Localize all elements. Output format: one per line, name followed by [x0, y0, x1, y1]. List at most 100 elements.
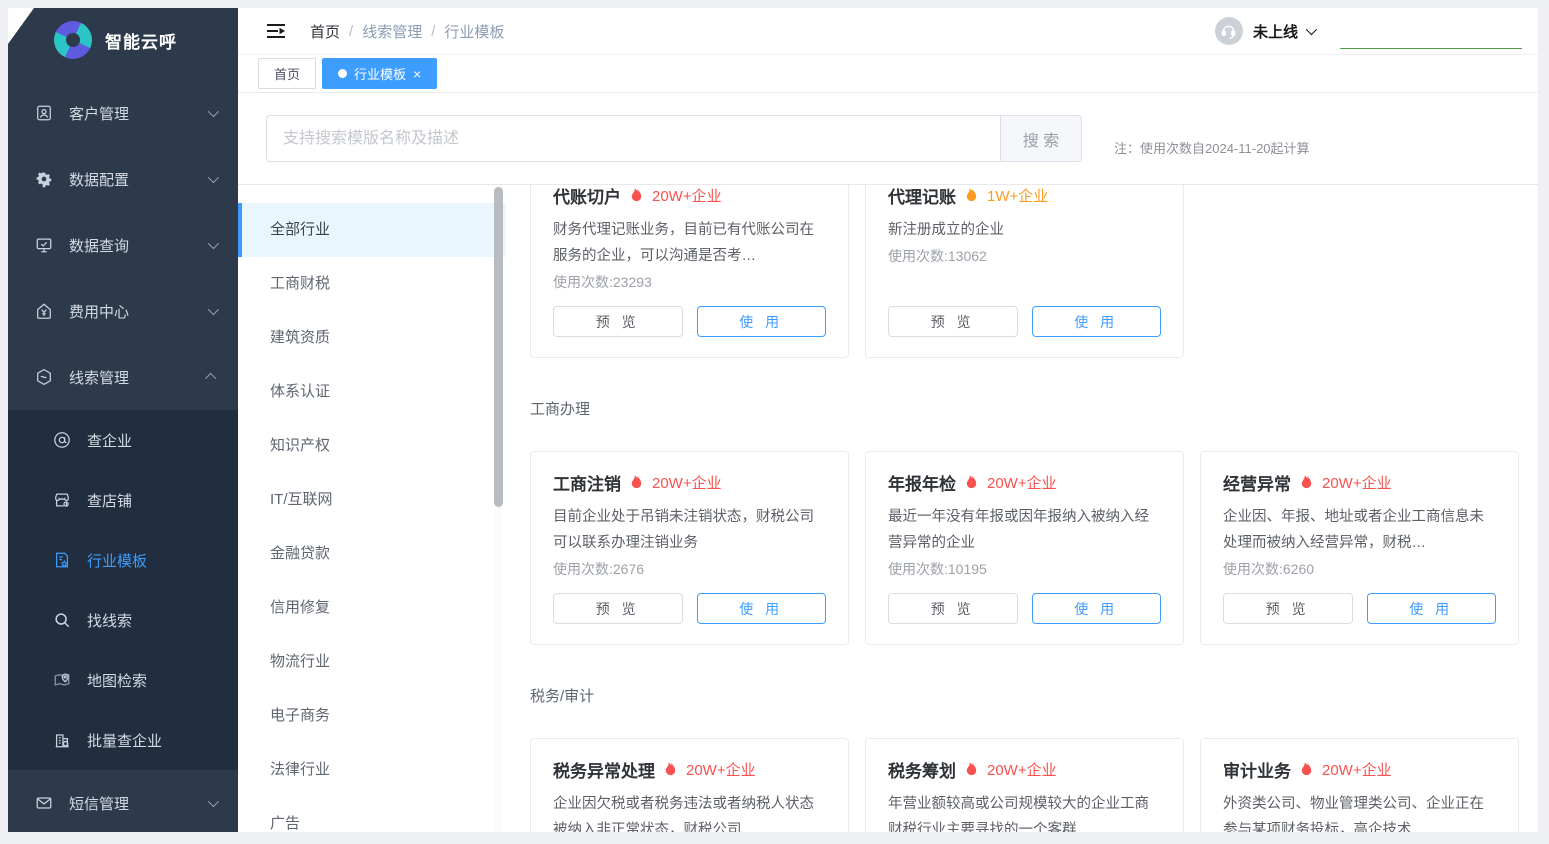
- card-title: 经营异常: [1223, 470, 1291, 495]
- sidebar-item-leads-management[interactable]: 线索管理: [8, 344, 238, 410]
- card-description: 最近一年没有年报或因年报纳入被纳入经营异常的企业: [888, 504, 1161, 556]
- breadcrumb-separator: /: [349, 23, 353, 40]
- chevron-up-icon: [205, 373, 216, 384]
- card-description: 企业因欠税或者税务违法或者纳税人状态被纳入非正常状态，财税公司: [553, 791, 826, 832]
- sidebar-item-industry-templates[interactable]: 行业模板: [8, 530, 238, 590]
- template-section-row: 工商注销 20W+企业 目前企业处于吊销未注销状态，财税公司可以联系办理注销业务…: [530, 451, 1519, 645]
- quick-dial-input[interactable]: [1340, 29, 1522, 49]
- sidebar-item-label: 地图检索: [87, 670, 147, 691]
- template-card: 代理记账 1W+企业 新注册成立的企业 使用次数:13062 预 览 使 用: [865, 185, 1184, 358]
- category-item[interactable]: 金融贷款: [238, 527, 506, 581]
- preview-button[interactable]: 预 览: [553, 306, 683, 337]
- agent-headset-avatar[interactable]: [1215, 17, 1243, 45]
- sidebar-item-data-query[interactable]: 数据查询: [8, 212, 238, 278]
- sidebar-item-label: 费用中心: [69, 301, 129, 322]
- template-card: 代账切户 20W+企业 财务代理记账业务，目前已有代账公司在服务的企业，可以沟通…: [530, 185, 849, 358]
- category-item-all[interactable]: 全部行业: [238, 203, 506, 257]
- category-item[interactable]: 法律行业: [238, 743, 506, 797]
- breadcrumb: 首页 / 线索管理 / 行业模板: [310, 21, 504, 42]
- templates-panel: 代账切户 20W+企业 财务代理记账业务，目前已有代账公司在服务的企业，可以沟通…: [506, 185, 1538, 832]
- sidebar-item-label: 查企业: [87, 430, 132, 451]
- hot-count-badge: 20W+企业: [652, 185, 722, 206]
- use-button[interactable]: 使 用: [1367, 593, 1497, 624]
- app-window: 智能云呼 客户管理 数据配置 数据查询: [8, 8, 1538, 832]
- sidebar-item-label: 线索管理: [69, 367, 129, 388]
- breadcrumb-leads[interactable]: 线索管理: [362, 21, 422, 42]
- sidebar-item-sms-management[interactable]: 短信管理: [8, 770, 238, 832]
- main-area: 首页 / 线索管理 / 行业模板 未上线 首页: [238, 8, 1538, 832]
- hot-count-badge: 20W+企业: [1322, 472, 1392, 493]
- sidebar-item-customer-management[interactable]: 客户管理: [8, 80, 238, 146]
- category-item[interactable]: 体系认证: [238, 365, 506, 419]
- template-card: 经营异常 20W+企业 企业因、年报、地址或者企业工商信息未处理而被纳入经营异常…: [1200, 451, 1519, 645]
- agent-status-label: 未上线: [1253, 21, 1298, 42]
- section-label: 税务/审计: [530, 687, 1519, 707]
- template-search-input[interactable]: [266, 115, 1000, 162]
- sidebar-item-label: 短信管理: [69, 793, 129, 814]
- category-item[interactable]: IT/互联网: [238, 473, 506, 527]
- hexagon-icon: [34, 367, 54, 387]
- flame-icon: [1299, 761, 1314, 778]
- preview-button[interactable]: 预 览: [553, 593, 683, 624]
- sidebar-item-billing-center[interactable]: 费用中心: [8, 278, 238, 344]
- category-item[interactable]: 工商财税: [238, 257, 506, 311]
- breadcrumb-home[interactable]: 首页: [310, 21, 340, 42]
- section-label: 工商办理: [530, 400, 1519, 420]
- card-usage-count: 使用次数:2676: [553, 556, 826, 582]
- category-item[interactable]: 建筑资质: [238, 311, 506, 365]
- chevron-down-icon: [208, 106, 219, 117]
- hot-count-badge: 1W+企业: [987, 185, 1048, 206]
- card-description: 年营业额较高或公司规模较大的企业工商财税行业主要寻找的一个客群: [888, 791, 1161, 832]
- card-usage-count: 使用次数:10195: [888, 556, 1161, 582]
- sidebar-item-batch-company-search[interactable]: 批量查企业: [8, 710, 238, 770]
- tab-label: 行业模板: [354, 64, 406, 83]
- category-item[interactable]: 知识产权: [238, 419, 506, 473]
- preview-button[interactable]: 预 览: [888, 306, 1018, 337]
- sidebar: 智能云呼 客户管理 数据配置 数据查询: [8, 8, 238, 832]
- category-item[interactable]: 信用修复: [238, 581, 506, 635]
- use-button[interactable]: 使 用: [1032, 593, 1162, 624]
- sidebar-item-search-company[interactable]: 查企业: [8, 410, 238, 470]
- sidebar-collapse-icon[interactable]: [266, 23, 286, 39]
- card-title: 工商注销: [553, 470, 621, 495]
- card-description: 新注册成立的企业: [888, 217, 1161, 243]
- tab-close-icon[interactable]: ×: [413, 67, 421, 81]
- preview-button[interactable]: 预 览: [1223, 593, 1353, 624]
- category-item[interactable]: 广告: [238, 797, 506, 832]
- category-item[interactable]: 电子商务: [238, 689, 506, 743]
- hot-count-badge: 20W+企业: [652, 472, 722, 493]
- sidebar-item-label: 行业模板: [87, 550, 147, 571]
- scrollbar-thumb[interactable]: [494, 187, 503, 507]
- template-card: 工商注销 20W+企业 目前企业处于吊销未注销状态，财税公司可以联系办理注销业务…: [530, 451, 849, 645]
- search-button[interactable]: 搜 索: [1000, 115, 1082, 162]
- topbar: 首页 / 线索管理 / 行业模板 未上线: [238, 8, 1538, 55]
- sidebar-item-search-shop[interactable]: 查店铺: [8, 470, 238, 530]
- sidebar-item-map-search[interactable]: 地图检索: [8, 650, 238, 710]
- flame-icon: [964, 761, 979, 778]
- agent-status-dropdown[interactable]: 未上线: [1253, 21, 1314, 42]
- chevron-down-icon: [208, 238, 219, 249]
- tab-bar: 首页 行业模板 ×: [238, 55, 1538, 93]
- document-star-icon: [52, 550, 72, 570]
- template-section-row: 税务异常处理 20W+企业 企业因欠税或者税务违法或者纳税人状态被纳入非正常状态…: [530, 738, 1519, 832]
- hot-count-badge: 20W+企业: [686, 759, 756, 780]
- use-button[interactable]: 使 用: [697, 593, 827, 624]
- preview-button[interactable]: 预 览: [888, 593, 1018, 624]
- sidebar-item-label: 数据配置: [69, 169, 129, 190]
- sidebar-item-find-leads[interactable]: 找线索: [8, 590, 238, 650]
- chevron-down-icon: [208, 172, 219, 183]
- tab-home[interactable]: 首页: [258, 58, 316, 89]
- envelope-icon: [34, 793, 54, 813]
- flame-icon: [629, 187, 644, 204]
- sidebar-item-data-config[interactable]: 数据配置: [8, 146, 238, 212]
- tab-industry-templates[interactable]: 行业模板 ×: [322, 58, 437, 89]
- use-button[interactable]: 使 用: [1032, 306, 1162, 337]
- hot-count-badge: 20W+企业: [987, 759, 1057, 780]
- sidebar-item-label: 批量查企业: [87, 730, 162, 751]
- magnifier-icon: [52, 610, 72, 630]
- template-card: 审计业务 20W+企业 外资类公司、物业管理类公司、企业正在参与某项财务投标，高…: [1200, 738, 1519, 832]
- card-description: 财务代理记账业务，目前已有代账公司在服务的企业，可以沟通是否考…: [553, 217, 826, 269]
- use-button[interactable]: 使 用: [697, 306, 827, 337]
- hot-count-badge: 20W+企业: [1322, 759, 1392, 780]
- category-item[interactable]: 物流行业: [238, 635, 506, 689]
